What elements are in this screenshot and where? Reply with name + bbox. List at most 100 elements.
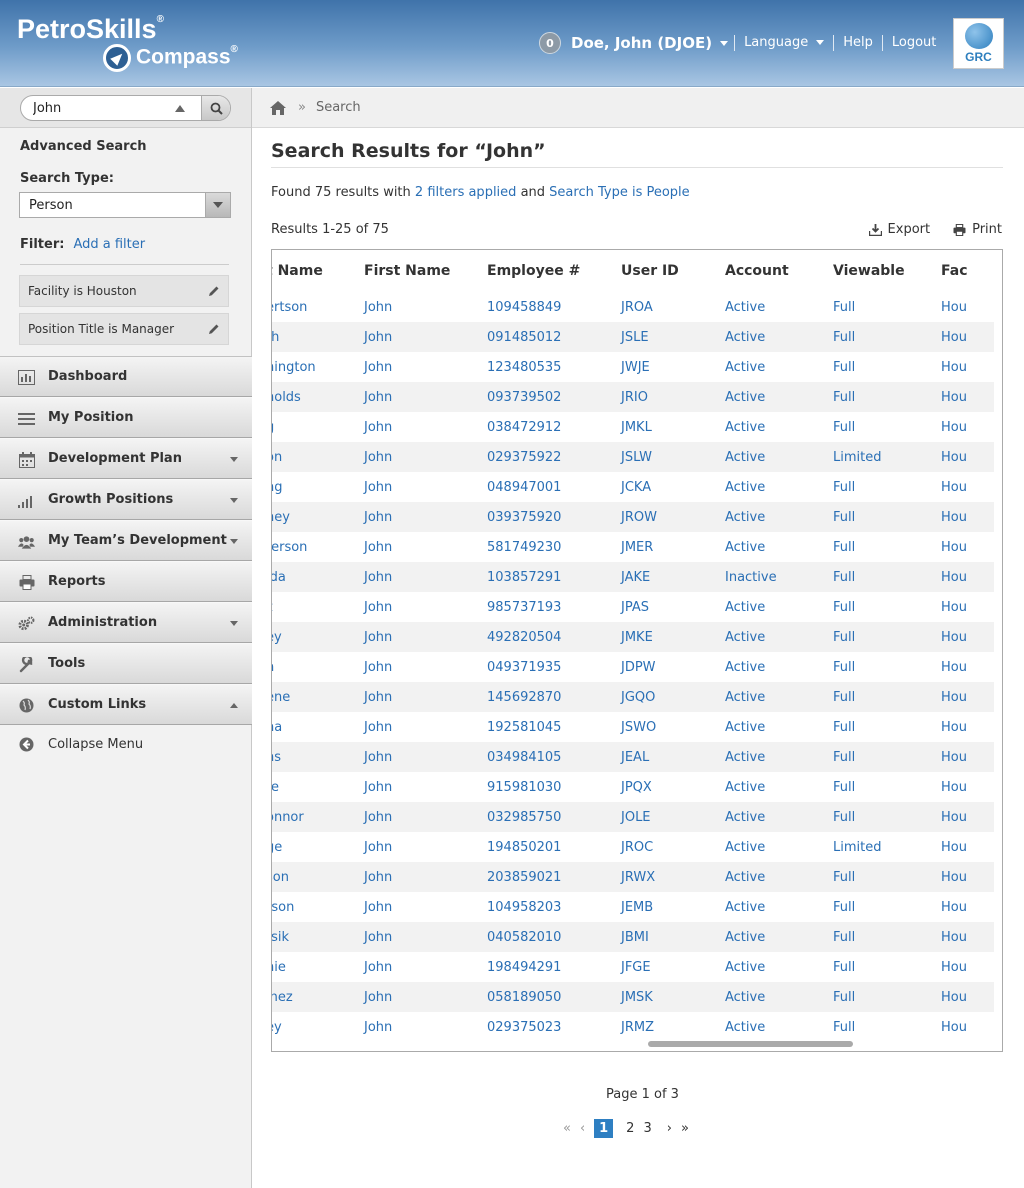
first-name-cell[interactable]: John (364, 412, 487, 442)
print-button[interactable]: Print (953, 222, 1002, 237)
col-facility[interactable]: Fac (941, 250, 994, 292)
employee-number-cell[interactable]: 039375920 (487, 502, 621, 532)
employee-number-cell[interactable]: 492820504 (487, 622, 621, 652)
table-row[interactable]: eyJohn029375023JRMZActiveFullHou (272, 1012, 994, 1042)
add-filter-link[interactable]: Add a filter (73, 237, 145, 252)
facility-cell[interactable]: Hou (941, 622, 994, 652)
facility-cell[interactable]: Hou (941, 472, 994, 502)
help-link[interactable]: Help (833, 35, 882, 51)
facility-cell[interactable]: Hou (941, 502, 994, 532)
first-name-cell[interactable]: John (364, 502, 487, 532)
last-name-cell[interactable]: terson (272, 532, 364, 562)
user-id-cell[interactable]: JDPW (621, 652, 725, 682)
viewable-cell[interactable]: Full (833, 1012, 941, 1042)
account-status-cell[interactable]: Active (725, 412, 833, 442)
user-id-cell[interactable]: JBMI (621, 922, 725, 952)
facility-cell[interactable]: Hou (941, 682, 994, 712)
account-status-cell[interactable]: Active (725, 832, 833, 862)
table-row[interactable]: tsikJohn040582010JBMIActiveFullHou (272, 922, 994, 952)
facility-cell[interactable]: Hou (941, 1012, 994, 1042)
viewable-cell[interactable]: Full (833, 712, 941, 742)
employee-number-cell[interactable]: 034984105 (487, 742, 621, 772)
viewable-cell[interactable]: Full (833, 502, 941, 532)
facility-cell[interactable]: Hou (941, 412, 994, 442)
first-name-cell[interactable]: John (364, 742, 487, 772)
table-row[interactable]: neyJohn039375920JROWActiveFullHou (272, 502, 994, 532)
first-name-cell[interactable]: John (364, 472, 487, 502)
last-name-cell[interactable]: nie (272, 952, 364, 982)
user-id-cell[interactable]: JSLW (621, 442, 725, 472)
nav-tools[interactable]: Tools (0, 643, 252, 684)
facility-cell[interactable]: Hou (941, 382, 994, 412)
first-name-cell[interactable]: John (364, 562, 487, 592)
home-icon[interactable] (270, 100, 286, 115)
facility-cell[interactable]: Hou (941, 952, 994, 982)
account-status-cell[interactable]: Active (725, 472, 833, 502)
facility-cell[interactable]: Hou (941, 442, 994, 472)
account-status-cell[interactable]: Active (725, 952, 833, 982)
horizontal-scrollbar[interactable] (648, 1041, 853, 1047)
col-employee-number[interactable]: Employee # (487, 250, 621, 292)
first-name-cell[interactable]: John (364, 592, 487, 622)
prev-page-button[interactable]: ‹ (580, 1121, 585, 1136)
user-id-cell[interactable]: JSLE (621, 322, 725, 352)
notification-badge[interactable]: 0 (539, 32, 561, 54)
facility-cell[interactable]: Hou (941, 802, 994, 832)
account-status-cell[interactable]: Active (725, 292, 833, 322)
table-row[interactable]: tersonJohn581749230JMERActiveFullHou (272, 532, 994, 562)
filters-applied-link[interactable]: 2 filters applied (415, 185, 517, 200)
account-status-cell[interactable]: Active (725, 502, 833, 532)
facility-cell[interactable]: Hou (941, 592, 994, 622)
facility-cell[interactable]: Hou (941, 742, 994, 772)
account-status-cell[interactable]: Active (725, 982, 833, 1012)
nav-administration[interactable]: Administration (0, 602, 252, 643)
employee-number-cell[interactable]: 123480535 (487, 352, 621, 382)
user-id-cell[interactable]: JRMZ (621, 1012, 725, 1042)
employee-number-cell[interactable]: 032985750 (487, 802, 621, 832)
user-id-cell[interactable]: JEMB (621, 892, 725, 922)
account-status-cell[interactable]: Active (725, 712, 833, 742)
search-type-select[interactable]: Person (19, 192, 231, 218)
facility-cell[interactable]: Hou (941, 292, 994, 322)
user-id-cell[interactable]: JPAS (621, 592, 725, 622)
user-id-cell[interactable]: JFGE (621, 952, 725, 982)
nav-my-position[interactable]: My Position (0, 397, 252, 438)
facility-cell[interactable]: Hou (941, 922, 994, 952)
table-row[interactable]: thJohn091485012JSLEActiveFullHou (272, 322, 994, 352)
user-id-cell[interactable]: JMER (621, 532, 725, 562)
first-name-cell[interactable]: John (364, 952, 487, 982)
first-name-cell[interactable]: John (364, 442, 487, 472)
employee-number-cell[interactable]: 198494291 (487, 952, 621, 982)
results-table-container[interactable]: t Name First Name Employee # User ID Acc… (271, 249, 1003, 1052)
employee-number-cell[interactable]: 581749230 (487, 532, 621, 562)
last-name-cell[interactable]: hington (272, 352, 364, 382)
employee-number-cell[interactable]: 985737193 (487, 592, 621, 622)
user-id-cell[interactable]: JWJE (621, 352, 725, 382)
user-id-cell[interactable]: JMKE (621, 622, 725, 652)
table-row[interactable]: nsJohn034984105JEALActiveFullHou (272, 742, 994, 772)
pencil-icon[interactable] (208, 323, 220, 335)
search-button[interactable] (201, 96, 230, 120)
table-row[interactable]: onJohn029375922JSLWActiveLimitedHou (272, 442, 994, 472)
viewable-cell[interactable]: Full (833, 922, 941, 952)
employee-number-cell[interactable]: 029375023 (487, 1012, 621, 1042)
collapse-menu[interactable]: Collapse Menu (0, 725, 252, 763)
table-row[interactable]: nJohn049371935JDPWActiveFullHou (272, 652, 994, 682)
first-name-cell[interactable]: John (364, 832, 487, 862)
employee-number-cell[interactable]: 194850201 (487, 832, 621, 862)
user-id-cell[interactable]: JRWX (621, 862, 725, 892)
last-name-cell[interactable]: na (272, 712, 364, 742)
first-page-button[interactable]: « (563, 1121, 571, 1136)
table-row[interactable]: idaJohn103857291JAKEInactiveFullHou (272, 562, 994, 592)
account-status-cell[interactable]: Active (725, 862, 833, 892)
last-name-cell[interactable]: rson (272, 892, 364, 922)
last-name-cell[interactable]: ene (272, 682, 364, 712)
table-row[interactable]: naJohn192581045JSWOActiveFullHou (272, 712, 994, 742)
account-status-cell[interactable]: Active (725, 532, 833, 562)
col-user-id[interactable]: User ID (621, 250, 725, 292)
viewable-cell[interactable]: Limited (833, 832, 941, 862)
last-name-cell[interactable]: nolds (272, 382, 364, 412)
viewable-cell[interactable]: Full (833, 982, 941, 1012)
first-name-cell[interactable]: John (364, 922, 487, 952)
facility-cell[interactable]: Hou (941, 652, 994, 682)
